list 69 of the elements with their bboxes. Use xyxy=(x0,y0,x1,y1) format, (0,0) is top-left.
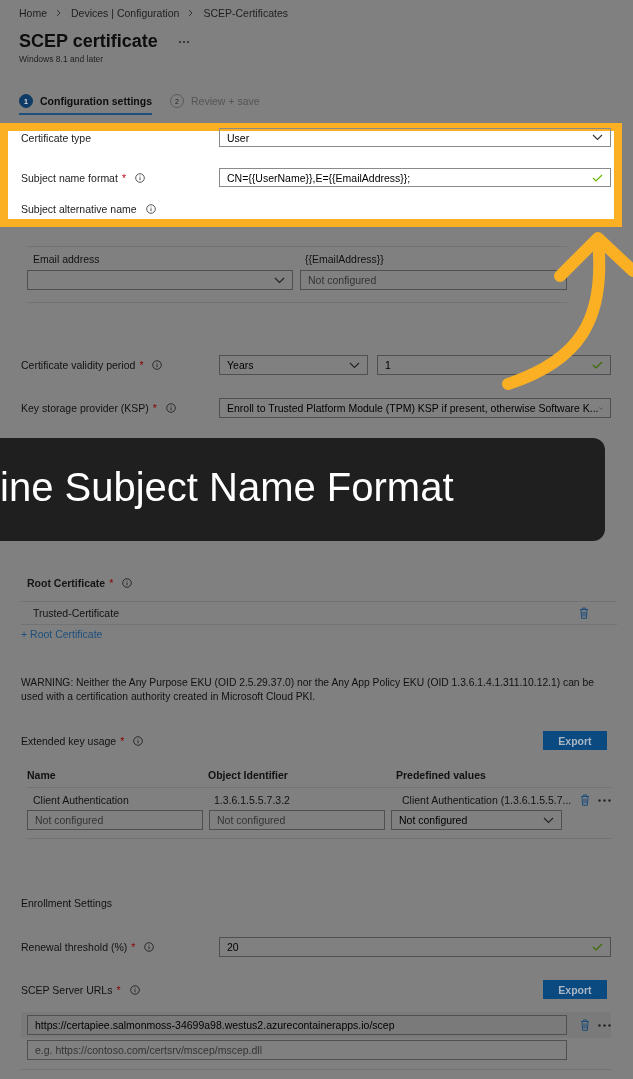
required-mark: * xyxy=(120,734,125,747)
info-icon[interactable] xyxy=(144,942,155,952)
input-field[interactable]: Not configured xyxy=(27,810,203,830)
url-field[interactable]: e.g. https://contoso.com/certsrv/mscep/mscep.dll xyxy=(27,1040,567,1060)
select-field[interactable] xyxy=(27,270,293,290)
required-mark: * xyxy=(116,983,121,996)
select-field[interactable]: Years xyxy=(219,355,368,375)
table-cell: Client Authentication (1.3.6.1.5.5.7... xyxy=(402,794,572,806)
page-title: SCEP certificate xyxy=(19,31,158,52)
info-icon[interactable] xyxy=(152,360,163,370)
select-field[interactable]: Enroll to Trusted Platform Module (TPM) KSP if present, otherwise Software K... xyxy=(219,398,611,418)
warning-text: WARNING: Neither the Any Purpose EKU (OID 2.5.29.37.0) nor the Any App Policy EKU (OID 1.3.6.1.4.1.311.10.12.1) can be used with a certification authority created in Microsoft Cloud PKI. xyxy=(21,676,595,704)
more-icon[interactable] xyxy=(598,798,611,802)
chevron-down-icon xyxy=(349,361,360,369)
column-header: Object Identifier xyxy=(208,769,289,781)
input-field[interactable]: Not configured xyxy=(300,270,567,290)
table-cell-text: {{EmailAddress}} xyxy=(304,252,385,267)
info-icon[interactable] xyxy=(133,735,144,746)
input-field[interactable]: 20 xyxy=(219,937,611,957)
breadcrumb-link[interactable]: Home xyxy=(19,7,47,19)
page-subtitle: Windows 8.1 and later xyxy=(19,54,105,64)
input-field[interactable]: CN={{UserName}},E={{EmailAddress}}; xyxy=(219,168,611,188)
info-icon[interactable] xyxy=(145,204,156,215)
export-button[interactable]: Export xyxy=(543,980,607,999)
more-icon[interactable] xyxy=(598,1023,611,1027)
certificate-name: Trusted-Certificate xyxy=(33,607,119,619)
url-field[interactable]: https://certapiee.salmonmoss-34699a98.westus2.azurecontainerapps.io/scep xyxy=(27,1015,567,1035)
info-icon[interactable] xyxy=(135,173,145,183)
chevron-right-icon xyxy=(56,9,62,17)
field-label: Subject alternative name xyxy=(21,203,137,216)
field-label: Renewal threshold (%) xyxy=(21,941,128,953)
required-mark: * xyxy=(152,402,157,414)
info-icon[interactable] xyxy=(129,984,140,995)
field-label: Certificate type xyxy=(21,131,92,144)
breadcrumb-link[interactable]: SCEP-Certificates xyxy=(203,7,288,19)
trash-icon[interactable] xyxy=(579,607,589,619)
chevron-right-icon xyxy=(188,9,195,17)
required-mark: * xyxy=(109,577,114,589)
column-header: Predefined values xyxy=(396,769,487,781)
select-field[interactable]: Not configured xyxy=(391,810,562,830)
column-header: Name xyxy=(27,769,57,781)
field-label: Key storage provider (KSP) xyxy=(21,402,149,414)
trash-icon[interactable] xyxy=(580,1019,590,1031)
required-mark: * xyxy=(131,941,136,953)
caption-banner: ine Subject Name Format xyxy=(0,438,605,541)
section-heading: Enrollment Settings xyxy=(21,897,114,909)
info-icon[interactable] xyxy=(122,578,133,588)
input-field[interactable]: 1 xyxy=(377,355,611,375)
table-cell-text: Client Authentication xyxy=(33,794,130,806)
export-button[interactable]: Export xyxy=(543,731,607,750)
chevron-down-icon xyxy=(274,276,285,284)
field-label: Certificate validity period xyxy=(21,359,136,371)
chevron-down-icon xyxy=(598,404,603,412)
table-cell-text: Email address xyxy=(32,252,101,267)
trash-icon[interactable] xyxy=(580,794,590,806)
info-icon[interactable] xyxy=(165,403,176,413)
required-mark: * xyxy=(139,359,144,371)
table-cell-text: 1.3.6.1.5.5.7.3.2 xyxy=(214,794,291,806)
chevron-down-icon xyxy=(592,134,603,142)
select-field[interactable]: User xyxy=(219,128,611,148)
section-label: Root Certificate xyxy=(27,577,106,589)
more-icon[interactable] xyxy=(177,39,190,44)
field-label: SCEP Server URLs xyxy=(21,983,113,996)
field-label: Extended key usage xyxy=(21,734,117,747)
input-field[interactable]: Not configured xyxy=(209,810,385,830)
required-mark: * xyxy=(121,172,126,184)
chevron-down-icon xyxy=(543,816,554,824)
breadcrumb-link[interactable]: Devices | Configuration xyxy=(71,7,180,19)
field-label: Subject name format xyxy=(21,172,118,184)
